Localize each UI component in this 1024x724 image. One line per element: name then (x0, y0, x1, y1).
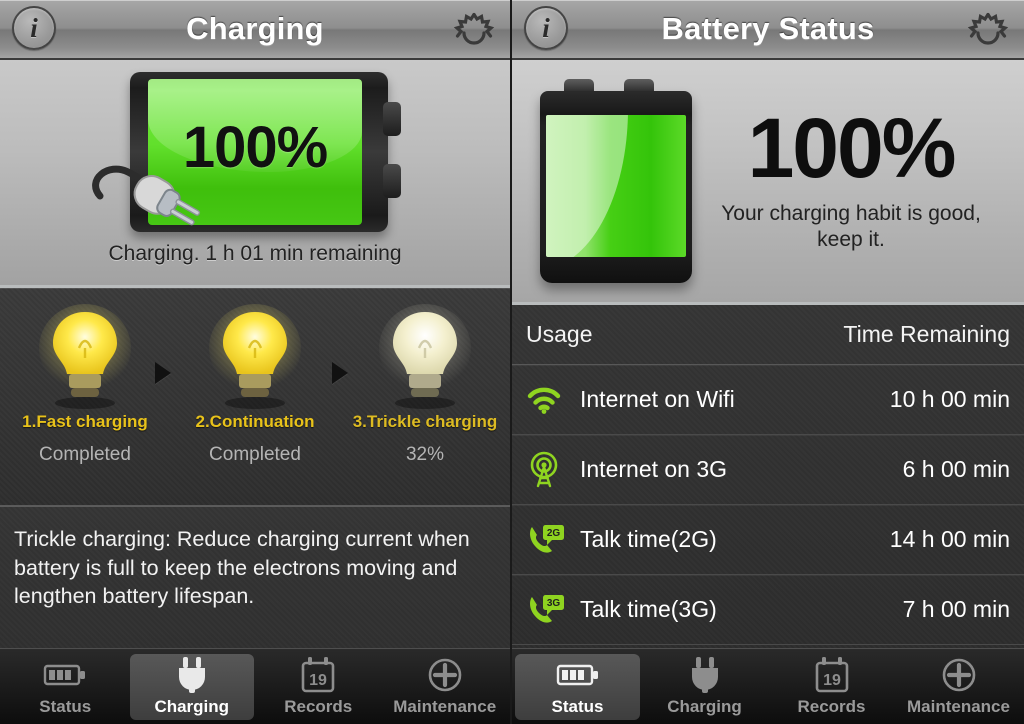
battery-status-screen: i Battery Status 100% Your charging habi… (512, 0, 1024, 724)
table-row[interactable]: Internet on 3G 6 h 00 min (512, 435, 1024, 505)
arrow-right-icon (155, 362, 171, 384)
usage-value: 14 h 00 min (889, 526, 1010, 552)
settings-button[interactable] (450, 5, 498, 53)
tab-label: Status (39, 697, 92, 716)
tab-charging[interactable]: Charging (642, 654, 767, 720)
power-plug-icon (90, 150, 208, 230)
lightbulb-on-icon (180, 302, 330, 412)
calendar-day-text: 19 (309, 672, 327, 689)
plug-icon (688, 657, 722, 693)
tab-label: Status (551, 697, 604, 716)
stage-1: 1.Fast charging Completed (10, 302, 160, 466)
tab-label: Maintenance (393, 697, 497, 716)
app-root: i Charging 100% Charging. 1 h 01 min rem… (0, 0, 1024, 724)
calendar-day-text: 19 (823, 672, 841, 689)
usage-label: Talk time(3G) (580, 596, 717, 622)
gear-icon (967, 12, 1009, 45)
left-navbar: i Charging (0, 0, 510, 60)
table-row[interactable]: Internet on Wifi 10 h 00 min (512, 365, 1024, 435)
stage-2: 2.Continuation Completed (180, 302, 330, 466)
usage-table: Usage Time Remaining Internet on Wifi 10… (512, 305, 1024, 648)
plus-circle-icon (941, 657, 977, 693)
usage-table-header: Usage Time Remaining (512, 305, 1024, 365)
info-icon: i (524, 6, 568, 50)
stage-title: 1.Fast charging (22, 412, 148, 431)
charging-hero: 100% Charging. 1 h 01 min remaining (0, 60, 510, 288)
stage-description-text: Trickle charging: Reduce charging curren… (14, 527, 470, 609)
phone-3g-icon: 3G (526, 593, 580, 627)
charging-screen: i Charging 100% Charging. 1 h 01 min rem… (0, 0, 512, 724)
battery-percent: 100% (747, 100, 957, 195)
habit-message: Your charging habit is good, keep it. (721, 201, 981, 251)
info-glyph: i (30, 12, 38, 43)
page-title: Charging (186, 11, 324, 46)
network-badge-text: 3G (547, 598, 561, 609)
column-header-usage: Usage (526, 321, 593, 347)
network-badge-text: 2G (547, 528, 561, 539)
tab-records[interactable]: 19 Records (256, 654, 381, 720)
stage-status: Completed (39, 444, 131, 465)
usage-label: Internet on Wifi (580, 386, 735, 412)
lightbulb-dim-icon (350, 302, 500, 412)
usage-label: Talk time(2G) (580, 526, 717, 552)
column-header-time: Time Remaining (843, 321, 1010, 347)
status-hero: 100% Your charging habit is good, keep i… (512, 60, 1024, 305)
tab-records[interactable]: 19 Records (769, 654, 894, 720)
calendar-icon: 19 (300, 657, 336, 693)
tab-maintenance[interactable]: Maintenance (896, 654, 1021, 720)
stage-status: Completed (209, 444, 301, 465)
right-navbar: i Battery Status (512, 0, 1024, 60)
stage-3: 3.Trickle charging 32% (350, 302, 500, 466)
stage-status: 32% (405, 444, 445, 465)
lightbulb-on-icon (10, 302, 160, 412)
phone-2g-icon: 2G (526, 523, 580, 557)
stage-title: 3.Trickle charging (352, 412, 498, 431)
vertical-battery-icon (532, 78, 700, 284)
table-row[interactable]: 3G Talk time(3G) 7 h 00 min (512, 575, 1024, 645)
wifi-icon (526, 386, 580, 414)
tab-maintenance[interactable]: Maintenance (383, 654, 508, 720)
table-row[interactable]: 2G Talk time(2G) 14 h 00 min (512, 505, 1024, 575)
tab-label: Charging (667, 697, 742, 716)
charging-stages: 1.Fast charging Completed 2.Continuation (0, 288, 510, 506)
tab-label: Charging (154, 697, 230, 716)
usage-label: Internet on 3G (580, 456, 728, 482)
right-tabbar: Status Charging 19 Records Maintenance (512, 648, 1024, 724)
tab-status[interactable]: Status (515, 654, 640, 720)
tab-label: Maintenance (907, 697, 1010, 716)
usage-value: 6 h 00 min (902, 456, 1010, 482)
tab-charging[interactable]: Charging (129, 654, 254, 720)
usage-value: 10 h 00 min (889, 386, 1010, 412)
stage-title: 2.Continuation (195, 412, 315, 431)
arrow-right-icon (332, 362, 348, 384)
page-title: Battery Status (661, 11, 875, 46)
calendar-icon: 19 (814, 657, 850, 693)
horizontal-battery-icon: 100% (90, 72, 420, 234)
info-button[interactable]: i (12, 6, 58, 52)
plug-icon (175, 657, 209, 693)
tab-label: Records (284, 697, 353, 716)
info-button[interactable]: i (524, 6, 570, 52)
info-glyph: i (542, 12, 550, 43)
gear-icon (453, 12, 495, 45)
left-tabbar: Status Charging 19 Records Maintenance (0, 648, 510, 724)
usage-value: 7 h 00 min (902, 596, 1010, 622)
battery-icon (44, 657, 86, 693)
settings-button[interactable] (964, 5, 1012, 53)
tab-label: Records (797, 697, 866, 716)
battery-icon (556, 657, 599, 693)
charging-status-text: Charging. 1 h 01 min remaining (108, 242, 402, 265)
cell-tower-icon (526, 451, 580, 487)
plus-circle-icon (427, 657, 463, 693)
stage-description: Trickle charging: Reduce charging curren… (0, 506, 510, 648)
tab-status[interactable]: Status (3, 654, 128, 720)
info-icon: i (12, 6, 56, 50)
